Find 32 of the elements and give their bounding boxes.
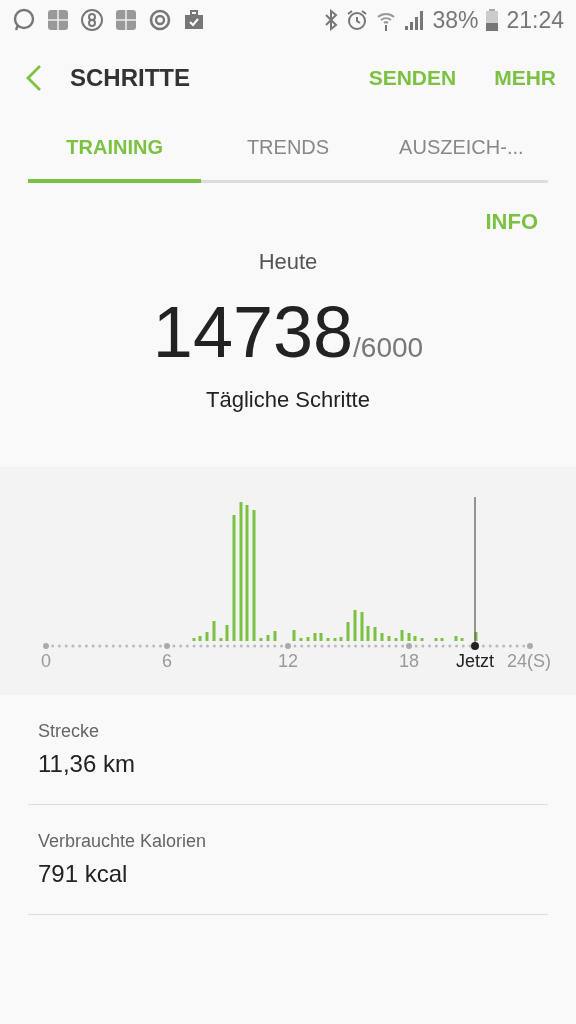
stat-label: Verbrauchte Kalorien xyxy=(38,831,208,852)
signal-icon xyxy=(404,9,425,31)
alarm-clock-icon xyxy=(346,9,369,31)
step-caption: Tägliche Schritte xyxy=(205,387,371,413)
screen-title: SCHRITTE xyxy=(70,64,191,92)
circled-number-icon xyxy=(80,8,104,32)
now-label: Jetzt xyxy=(456,651,494,672)
tab[interactable]: AUSZEICH-... xyxy=(374,116,548,183)
grid-image-icon xyxy=(114,8,138,32)
clock-time: 21:24 xyxy=(506,6,564,34)
axis-label: 12 xyxy=(278,651,298,672)
chat-bubble-icon xyxy=(12,8,36,32)
action-button[interactable]: MEHR xyxy=(494,60,556,96)
grid-image-icon xyxy=(46,8,70,32)
stat-label: Strecke xyxy=(38,721,101,742)
step-goal: /6000 xyxy=(353,332,424,364)
stat-value: 11,36 km xyxy=(38,750,136,778)
battery-percentage: 38% xyxy=(432,6,479,34)
stat-value: 791 kcal xyxy=(38,860,129,888)
axis-label: 24(S) xyxy=(507,651,551,672)
tab[interactable]: TRENDS xyxy=(201,116,375,183)
axis-label: 18 xyxy=(399,651,419,672)
axis-label: 0 xyxy=(41,651,51,672)
info-link[interactable]: INFO xyxy=(485,209,538,235)
briefcase-check-icon xyxy=(182,8,206,32)
step-count: 14738 xyxy=(152,291,354,373)
action-button[interactable]: SENDEN xyxy=(368,60,457,96)
axis-label: 6 xyxy=(162,651,172,672)
battery-icon xyxy=(486,9,499,31)
period-label: Heute xyxy=(258,249,318,275)
tab[interactable]: TRAINING xyxy=(28,116,202,183)
bluetooth-icon xyxy=(324,9,339,31)
